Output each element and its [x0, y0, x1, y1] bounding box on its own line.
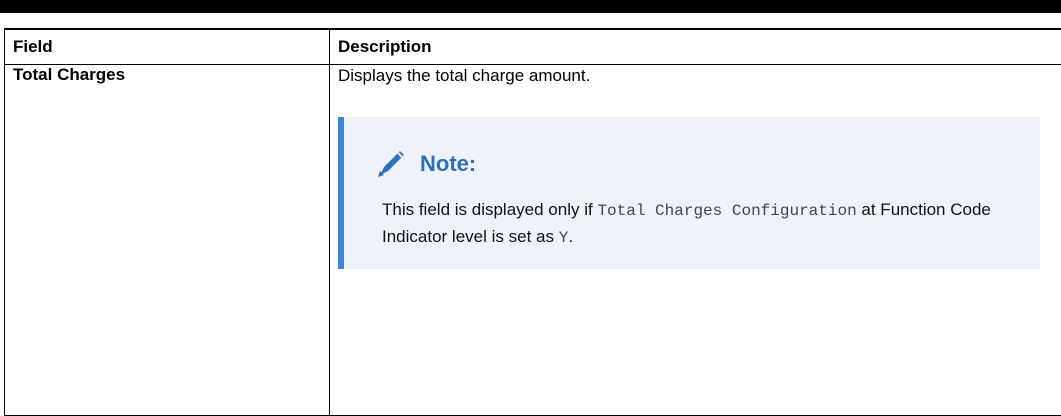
pencil-icon [374, 147, 408, 181]
note-body: This field is displayed only if Total Ch… [382, 197, 1020, 251]
table-header-row: Field Description [5, 29, 1061, 65]
field-description-table: Field Description Total Charges Displays… [4, 28, 1061, 416]
note-callout: Note: This field is displayed only if To… [338, 117, 1040, 269]
field-name-cell: Total Charges [5, 65, 330, 416]
header-field: Field [5, 29, 330, 65]
note-text-1: This field is displayed only if [382, 200, 597, 219]
description-cell: Displays the total charge amount. Note: … [330, 65, 1061, 416]
note-title: Note: [420, 151, 476, 177]
note-text-3: . [568, 227, 573, 246]
note-code-value: Y [559, 229, 569, 247]
description-text: Displays the total charge amount. [338, 65, 1055, 87]
header-description: Description [330, 29, 1061, 65]
note-code-config: Total Charges Configuration [597, 202, 856, 220]
table-row: Total Charges Displays the total charge … [5, 65, 1061, 416]
top-rule [0, 0, 1061, 13]
note-header: Note: [374, 147, 1020, 181]
